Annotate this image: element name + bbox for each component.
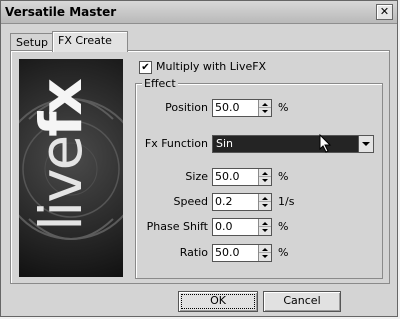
position-value[interactable]: 50.0: [215, 101, 240, 114]
multiply-livefx-label: Multiply with LiveFX: [156, 60, 267, 73]
tab-fx-create[interactable]: FX Create: [52, 31, 128, 52]
size-unit: %: [278, 170, 289, 183]
ratio-value[interactable]: 50.0: [215, 246, 240, 259]
logo-live-text: live: [27, 136, 95, 231]
spin-up-icon[interactable]: [262, 222, 268, 225]
livefx-banner: livefx: [19, 59, 123, 277]
position-label: Position: [165, 101, 208, 114]
fx-function-label: Fx Function: [144, 137, 208, 150]
fx-function-dropdown[interactable]: Sin: [212, 135, 374, 153]
spin-down-icon[interactable]: [262, 179, 268, 182]
fx-function-value[interactable]: Sin: [216, 137, 233, 150]
position-spinbox[interactable]: 50.0: [212, 99, 272, 117]
cancel-button[interactable]: Cancel: [263, 291, 341, 312]
speed-value[interactable]: 0.2: [215, 195, 233, 208]
size-label: Size: [185, 170, 208, 183]
dialog-window: Versatile Master ✕ Setup FX Create livef…: [0, 0, 398, 317]
logo-fx-text: fx: [27, 82, 95, 137]
spin-up-icon[interactable]: [262, 103, 268, 106]
phase-shift-spinbox[interactable]: 0.0: [212, 218, 272, 236]
speed-label: Speed: [173, 195, 208, 208]
livefx-logo: livefx: [27, 82, 95, 231]
ratio-label: Ratio: [179, 246, 208, 259]
fx-create-panel: livefx ✔ Multiply with LiveFX Effect Pos…: [10, 50, 390, 284]
spin-up-icon[interactable]: [262, 197, 268, 200]
tab-setup[interactable]: Setup: [10, 33, 54, 51]
spin-down-icon[interactable]: [262, 255, 268, 258]
size-spinbox[interactable]: 50.0: [212, 168, 272, 186]
spin-down-icon[interactable]: [262, 204, 268, 207]
window-title: Versatile Master: [5, 5, 117, 19]
effect-group: Effect Position 50.0 % Fx Function Sin S…: [135, 77, 383, 279]
spin-down-icon[interactable]: [262, 229, 268, 232]
title-bar: Versatile Master ✕: [1, 1, 397, 24]
ratio-unit: %: [278, 246, 289, 259]
fx-function-row: Fx Function Sin: [136, 135, 382, 153]
ratio-spinbox[interactable]: 50.0: [212, 244, 272, 262]
position-row: Position 50.0 %: [136, 99, 382, 117]
size-row: Size 50.0 %: [136, 168, 382, 186]
size-value[interactable]: 50.0: [215, 170, 240, 183]
ratio-spin-arrows[interactable]: [258, 245, 271, 261]
phase-shift-label: Phase Shift: [146, 220, 208, 233]
spin-up-icon[interactable]: [262, 172, 268, 175]
size-spin-arrows[interactable]: [258, 169, 271, 185]
ok-button[interactable]: OK: [178, 291, 258, 312]
phase-shift-row: Phase Shift 0.0 %: [136, 218, 382, 236]
position-unit: %: [278, 101, 289, 114]
phase-shift-unit: %: [278, 220, 289, 233]
spin-up-icon[interactable]: [262, 248, 268, 251]
spin-down-icon[interactable]: [262, 110, 268, 113]
phase-shift-spin-arrows[interactable]: [258, 219, 271, 235]
chevron-down-icon[interactable]: [358, 136, 373, 152]
speed-spin-arrows[interactable]: [258, 194, 271, 210]
mouse-pointer-icon: [319, 134, 332, 153]
multiply-livefx-checkbox[interactable]: ✔: [139, 61, 152, 74]
speed-row: Speed 0.2 1/s: [136, 193, 382, 211]
position-spin-arrows[interactable]: [258, 100, 271, 116]
speed-unit: 1/s: [278, 195, 295, 208]
effect-group-title: Effect: [142, 77, 178, 90]
speed-spinbox[interactable]: 0.2: [212, 193, 272, 211]
close-icon[interactable]: ✕: [376, 4, 393, 20]
ratio-row: Ratio 50.0 %: [136, 244, 382, 262]
phase-shift-value[interactable]: 0.0: [215, 220, 233, 233]
